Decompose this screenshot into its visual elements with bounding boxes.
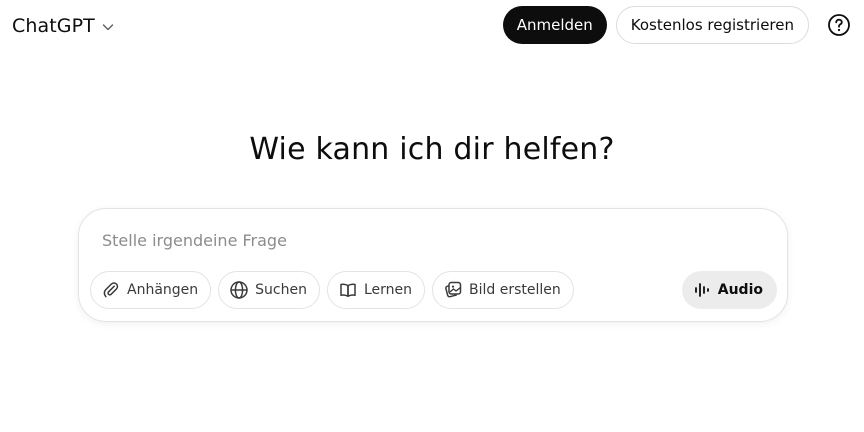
learn-label: Lernen <box>363 282 413 298</box>
attach-button[interactable]: Anhängen <box>90 271 212 309</box>
model-switcher[interactable]: ChatGPT <box>12 12 115 40</box>
create-image-label: Bild erstellen <box>469 282 561 298</box>
waveform-icon <box>694 281 712 299</box>
audio-button[interactable]: Audio <box>681 271 777 309</box>
image-icon <box>443 280 463 300</box>
chevron-down-icon <box>101 20 115 34</box>
prompt-input[interactable]: Stelle irgendeine Frage <box>102 231 287 250</box>
login-button[interactable]: Anmelden <box>502 6 607 44</box>
create-image-button[interactable]: Bild erstellen <box>432 271 574 309</box>
attach-label: Anhängen <box>127 282 199 298</box>
register-button[interactable]: Kostenlos registrieren <box>615 6 809 44</box>
search-button[interactable]: Suchen <box>218 271 320 309</box>
composer: Stelle irgendeine Frage Anhängen Suchen … <box>78 208 788 322</box>
page-title: Wie kann ich dir helfen? <box>249 132 615 167</box>
composer-tools: Anhängen Suchen Lernen Bild erstellen <box>90 271 574 309</box>
book-icon <box>338 280 358 300</box>
header-actions: Anmelden Kostenlos registrieren <box>502 6 858 44</box>
globe-icon <box>229 280 249 300</box>
help-button[interactable] <box>820 6 858 44</box>
audio-label: Audio <box>717 282 763 298</box>
paperclip-icon <box>101 280 121 300</box>
search-label: Suchen <box>255 282 307 298</box>
question-circle-icon <box>827 13 851 37</box>
model-name: ChatGPT <box>12 15 95 37</box>
learn-button[interactable]: Lernen <box>326 271 426 309</box>
page: ChatGPT Anmelden Kostenlos registrieren … <box>0 0 864 432</box>
